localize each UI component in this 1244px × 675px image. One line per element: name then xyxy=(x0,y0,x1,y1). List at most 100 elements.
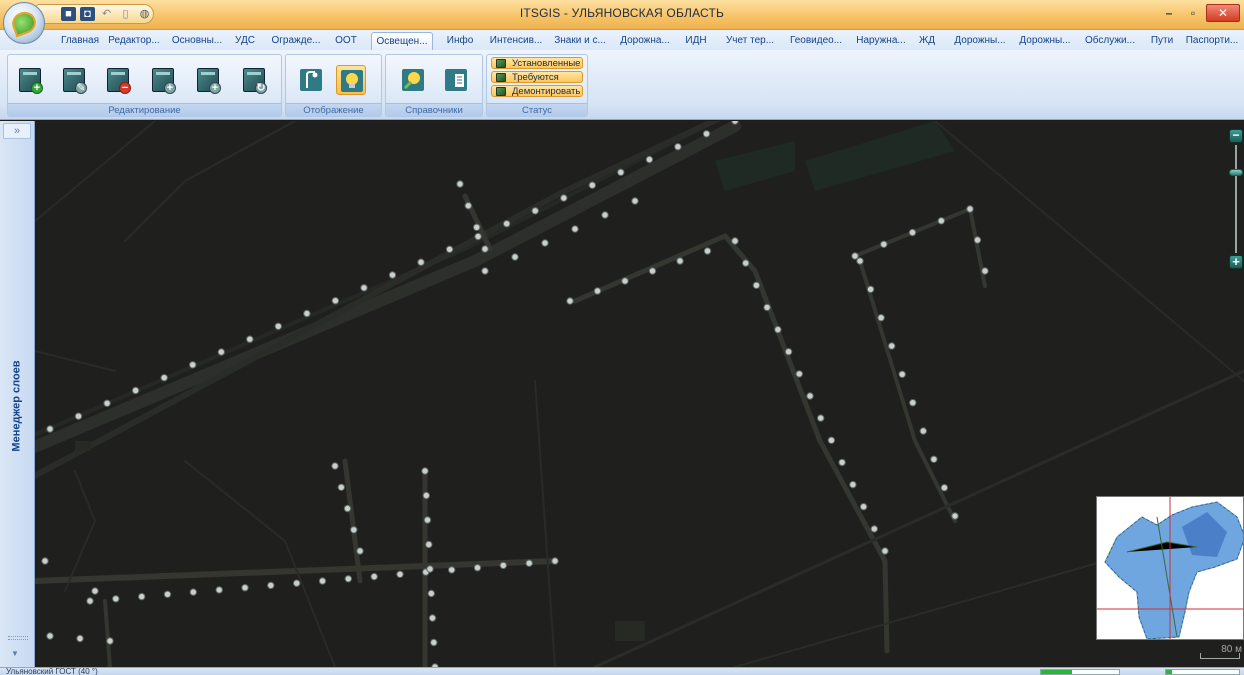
street-lamp-marker[interactable] xyxy=(511,253,519,261)
street-lamp-marker[interactable] xyxy=(940,484,949,492)
tab-dorozhnye-2[interactable]: Дорожны... xyxy=(1015,32,1075,50)
street-lamp-marker[interactable] xyxy=(421,467,429,475)
minimize-button[interactable]: – xyxy=(1158,4,1180,22)
street-lamp-marker[interactable] xyxy=(648,267,657,275)
tab-znaki[interactable]: Знаки и с... xyxy=(551,32,609,50)
tab-dorozhnye-1[interactable]: Дорожны... xyxy=(950,32,1010,50)
street-lamp-marker[interactable] xyxy=(388,271,397,279)
add-child-button[interactable]: + xyxy=(149,65,179,95)
zoom-out-button[interactable]: − xyxy=(1229,129,1243,143)
tab-ograzhdeniya[interactable]: Огражде... xyxy=(268,32,324,50)
maximize-button[interactable]: ▫ xyxy=(1182,4,1204,22)
street-lamp-marker[interactable] xyxy=(560,194,568,202)
street-lamp-marker[interactable] xyxy=(795,370,803,378)
street-lamp-marker[interactable] xyxy=(464,202,472,210)
street-lamp-marker[interactable] xyxy=(163,590,172,598)
tab-intensivnost[interactable]: Интенсив... xyxy=(486,32,546,50)
tab-naruzhnaya[interactable]: Наружна... xyxy=(851,32,911,50)
street-lamp-marker[interactable] xyxy=(806,392,814,400)
status-ustanovlennye-button[interactable]: Установленные xyxy=(491,57,583,69)
tab-uchet[interactable]: Учет тер... xyxy=(720,32,780,50)
map-view[interactable]: − + 80 м xyxy=(35,121,1244,667)
street-lamp-marker[interactable] xyxy=(571,225,579,233)
street-lamp-marker[interactable] xyxy=(898,370,906,379)
street-lamp-marker[interactable] xyxy=(76,634,84,643)
tab-uds[interactable]: УДС xyxy=(230,32,260,50)
document-catalog-button[interactable] xyxy=(441,65,471,95)
street-lamp-marker[interactable] xyxy=(937,217,945,225)
street-lamp-marker[interactable] xyxy=(131,386,140,395)
street-lamp-marker[interactable] xyxy=(267,581,275,590)
tab-osveshchenie[interactable]: Освещен... xyxy=(371,32,433,50)
street-lamp-marker[interactable] xyxy=(617,168,625,176)
street-lamp-marker[interactable] xyxy=(274,322,283,331)
street-lamp-marker[interactable] xyxy=(356,547,364,555)
street-lamp-marker[interactable] xyxy=(588,181,596,189)
panel-scroll-down-icon[interactable]: ▼ xyxy=(11,649,19,658)
street-lamp-marker[interactable] xyxy=(784,348,793,356)
street-lamp-marker[interactable] xyxy=(742,259,750,267)
street-lamp-marker[interactable] xyxy=(525,559,533,567)
street-lamp-marker[interactable] xyxy=(593,287,602,295)
zoom-slider-thumb[interactable] xyxy=(1229,169,1243,176)
street-lamp-marker[interactable] xyxy=(46,425,54,433)
street-lamp-marker[interactable] xyxy=(448,566,456,574)
delete-object-button[interactable]: − xyxy=(104,65,134,95)
street-lamp-marker[interactable] xyxy=(189,361,197,369)
street-lamp-marker[interactable] xyxy=(318,577,327,585)
street-lamp-marker[interactable] xyxy=(531,207,539,215)
street-lamp-marker[interactable] xyxy=(246,335,254,343)
street-lamp-marker[interactable] xyxy=(541,239,549,247)
street-lamp-marker[interactable] xyxy=(880,240,888,249)
street-lamp-marker[interactable] xyxy=(856,257,864,265)
street-lamp-marker[interactable] xyxy=(426,565,434,573)
street-lamp-marker[interactable] xyxy=(951,512,959,520)
street-lamp-marker[interactable] xyxy=(859,503,868,511)
street-lamp-marker[interactable] xyxy=(870,525,878,533)
street-lamp-marker[interactable] xyxy=(877,314,885,322)
tab-geovideo[interactable]: Геовидео... xyxy=(785,32,847,50)
street-lamp-marker[interactable] xyxy=(138,592,146,601)
street-lamp-marker[interactable] xyxy=(919,427,927,435)
edit-object-button[interactable]: ✎ xyxy=(60,65,90,95)
street-lamp-marker[interactable] xyxy=(41,557,49,565)
street-lamp-marker[interactable] xyxy=(473,564,482,572)
street-lamp-marker[interactable] xyxy=(674,143,682,151)
street-lamp-marker[interactable] xyxy=(703,247,712,255)
street-lamp-marker[interactable] xyxy=(217,348,226,356)
street-lamp-marker[interactable] xyxy=(888,342,896,350)
street-lamp-marker[interactable] xyxy=(981,267,989,275)
street-lamp-marker[interactable] xyxy=(293,579,301,587)
street-lamp-marker[interactable] xyxy=(343,504,352,513)
street-lamp-marker[interactable] xyxy=(103,399,111,407)
street-lamp-marker[interactable] xyxy=(474,232,482,241)
street-lamp-marker[interactable] xyxy=(551,557,559,565)
overview-minimap[interactable] xyxy=(1096,496,1244,640)
street-lamp-marker[interactable] xyxy=(337,483,345,491)
tab-redaktor[interactable]: Редактор... xyxy=(106,32,162,50)
tab-puti[interactable]: Пути xyxy=(1147,32,1177,50)
street-lamp-marker[interactable] xyxy=(817,414,825,422)
status-demontirovat-button[interactable]: Демонтировать xyxy=(491,85,583,97)
street-lamp-marker[interactable] xyxy=(763,303,771,312)
expand-panel-button[interactable]: » xyxy=(3,123,31,139)
tab-dorozhnaya[interactable]: Дорожна... xyxy=(614,32,676,50)
street-lamp-marker[interactable] xyxy=(851,252,859,260)
street-lamp-marker[interactable] xyxy=(827,436,836,444)
street-lamp-marker[interactable] xyxy=(503,220,511,228)
street-lamp-marker[interactable] xyxy=(881,547,889,555)
street-lamp-marker[interactable] xyxy=(774,325,782,334)
status-trebuyutsya-button[interactable]: Требуются xyxy=(491,71,583,83)
street-lamp-marker[interactable] xyxy=(189,588,198,596)
tab-idn[interactable]: ИДН xyxy=(680,32,712,50)
light-bulb-button[interactable] xyxy=(336,65,366,95)
zoom-in-button[interactable]: + xyxy=(1229,255,1243,269)
street-lamp-marker[interactable] xyxy=(966,205,974,213)
street-lamp-marker[interactable] xyxy=(481,245,489,253)
street-lamp-marker[interactable] xyxy=(112,595,120,603)
street-lamp-marker[interactable] xyxy=(360,284,368,292)
street-lamp-marker[interactable] xyxy=(731,237,739,245)
street-lamp-marker[interactable] xyxy=(430,638,438,647)
street-lamp-marker[interactable] xyxy=(631,197,639,205)
street-lamp-marker[interactable] xyxy=(601,211,609,219)
